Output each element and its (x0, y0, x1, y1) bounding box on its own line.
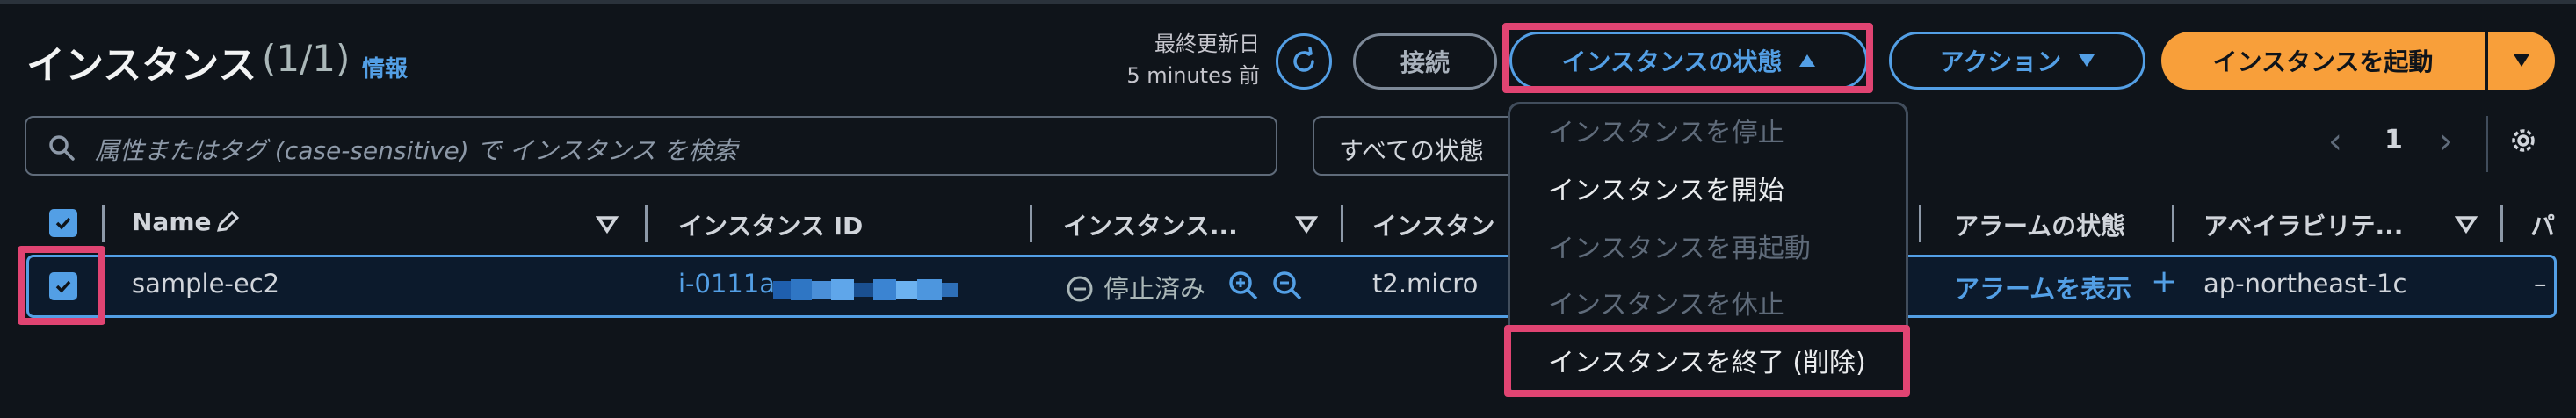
column-separator (1030, 205, 1032, 242)
column-separator (2172, 205, 2174, 242)
select-all-checkbox[interactable] (49, 209, 77, 237)
top-border (0, 0, 2576, 4)
state-filter-select[interactable]: すべての状態 (1313, 116, 1515, 176)
zoom-out-icon[interactable] (1270, 269, 1306, 304)
highlight-instance-state (1502, 23, 1873, 93)
last-updated-value: 5 minutes 前 (1126, 63, 1260, 88)
page-number[interactable]: 1 (2384, 125, 2403, 155)
launch-dropdown-button[interactable] (2488, 32, 2555, 90)
column-separator (1341, 205, 1343, 242)
pager-divider (2486, 116, 2488, 172)
column-header-name[interactable]: Name (132, 207, 212, 236)
column-separator (102, 205, 105, 242)
refresh-button[interactable] (1276, 33, 1332, 90)
highlight-terminate (1504, 325, 1910, 397)
column-header-instance-state[interactable]: インスタンス... (1063, 207, 1238, 242)
menu-item-hibernate: インスタンスを休止 (1548, 290, 1784, 321)
cell-availability-zone: ap-northeast-1c (2203, 269, 2407, 299)
column-separator (645, 205, 648, 242)
cell-instance-type: t2.micro (1372, 269, 1479, 299)
stopped-icon (1067, 276, 1093, 302)
cell-name: sample-ec2 (132, 269, 280, 299)
column-separator (2500, 205, 2503, 242)
sort-icon[interactable] (1295, 214, 1318, 234)
search-placeholder: 属性またはタグ (case-sensitive) で インスタンス を検索 (95, 136, 738, 165)
instance-count: (1/1) (262, 37, 351, 80)
launch-instance-button[interactable]: インスタンスを起動 (2161, 32, 2485, 90)
actions-button[interactable]: アクション (1889, 32, 2145, 90)
redacted-id (773, 279, 958, 300)
last-updated: 最終更新日 5 minutes 前 (1096, 28, 1260, 91)
gear-icon[interactable] (2506, 123, 2541, 158)
menu-item-reboot: インスタンスを再起動 (1548, 234, 1811, 264)
cell-instance-id[interactable]: i-0111a (678, 269, 775, 299)
caret-down-icon (2514, 54, 2529, 67)
actions-label: アクション (1939, 47, 2062, 76)
add-alarm-icon[interactable]: + (2151, 263, 2177, 299)
last-updated-label: 最終更新日 (1154, 32, 1260, 56)
column-header-public-dns[interactable]: パ (2530, 207, 2555, 242)
column-label: Name (132, 207, 212, 236)
info-link[interactable]: 情報 (362, 51, 408, 83)
sort-icon[interactable] (596, 214, 619, 234)
cell-public-dns: – (2534, 269, 2547, 299)
connect-button[interactable]: 接続 (1353, 33, 1497, 90)
sort-icon[interactable] (2455, 214, 2478, 234)
column-separator (1919, 205, 1921, 242)
search-input[interactable]: 属性またはタグ (case-sensitive) で インスタンス を検索 (25, 116, 1277, 176)
search-icon (49, 135, 75, 161)
cell-instance-state: 停止済み (1103, 274, 1206, 304)
menu-item-stop: インスタンスを停止 (1548, 118, 1784, 148)
column-header-instance-id[interactable]: インスタンス ID (678, 207, 863, 242)
zoom-in-icon[interactable] (1226, 269, 1262, 304)
edit-icon (216, 210, 240, 232)
check-icon (55, 217, 71, 230)
highlight-row-checkbox (18, 246, 105, 325)
column-header-instance-type[interactable]: インスタン (1372, 207, 1494, 242)
menu-item-start[interactable]: インスタンスを開始 (1548, 169, 1784, 207)
caret-down-icon (2079, 54, 2095, 67)
refresh-icon (1293, 47, 1314, 72)
column-header-availability-zone[interactable]: アベイラビリテ... (2203, 207, 2403, 242)
chevron-right-icon[interactable]: › (2439, 121, 2453, 162)
page-title: インスタンス (26, 43, 257, 88)
chevron-left-icon[interactable]: ‹ (2328, 121, 2342, 162)
column-header-alarm-status[interactable]: アラームの状態 (1954, 207, 2125, 242)
view-alarms-link[interactable]: アラームを表示 (1954, 269, 2131, 306)
